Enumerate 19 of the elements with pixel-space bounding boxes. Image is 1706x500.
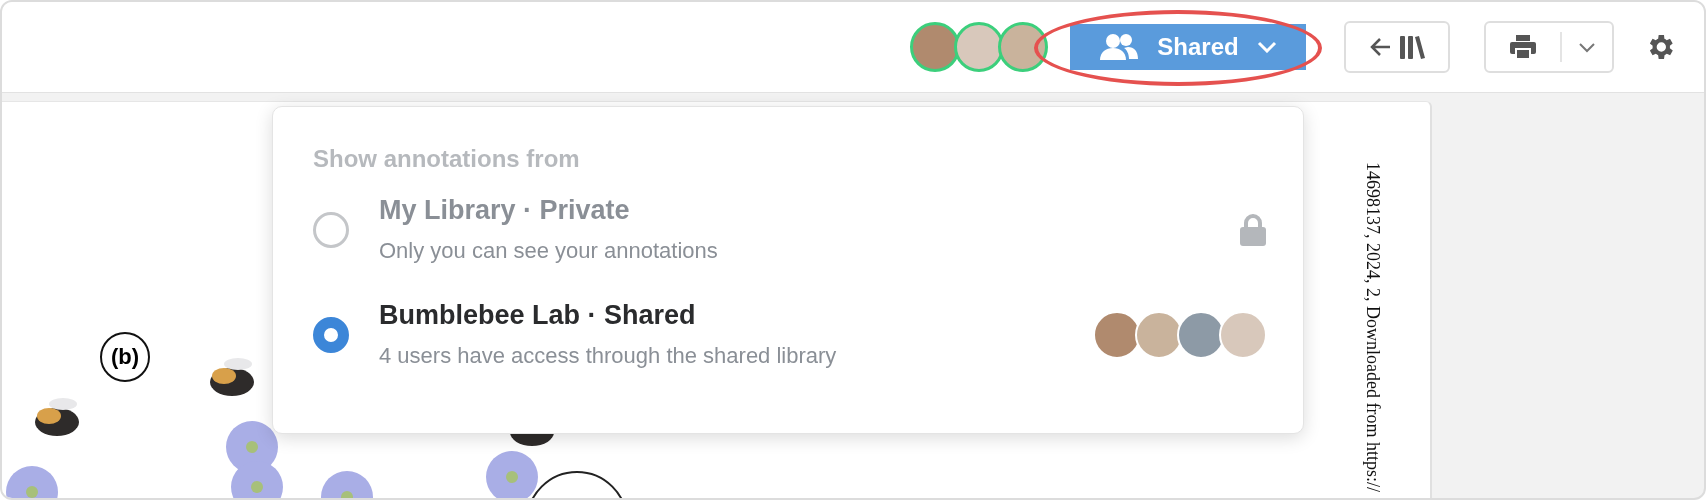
collaborator-avatar xyxy=(998,22,1048,72)
option-title: Bumblebee Lab · Shared xyxy=(379,300,697,331)
users-icon xyxy=(1099,33,1140,61)
radio-button[interactable] xyxy=(313,316,349,353)
back-to-library-button[interactable] xyxy=(1344,21,1450,73)
margin-note: 14698137, 2024, 2, Downloaded from https:// xyxy=(1362,162,1383,492)
back-arrow-icon xyxy=(1369,37,1391,57)
caret-icon xyxy=(1256,41,1277,53)
option-description: 4 users have access through the shared library xyxy=(379,343,838,369)
books-icon xyxy=(1399,34,1425,60)
option-title: My Library · Private xyxy=(379,195,631,226)
radio-button[interactable] xyxy=(313,211,349,248)
printer-icon xyxy=(1509,34,1537,60)
lock-icon xyxy=(1239,212,1267,247)
menu-heading: Show annotations from xyxy=(313,145,581,173)
figure-label: (b) xyxy=(100,332,150,382)
caret-icon xyxy=(1578,41,1596,53)
option-description: Only you can see your annotations xyxy=(379,238,719,264)
shared-button[interactable]: Shared xyxy=(1070,24,1306,70)
